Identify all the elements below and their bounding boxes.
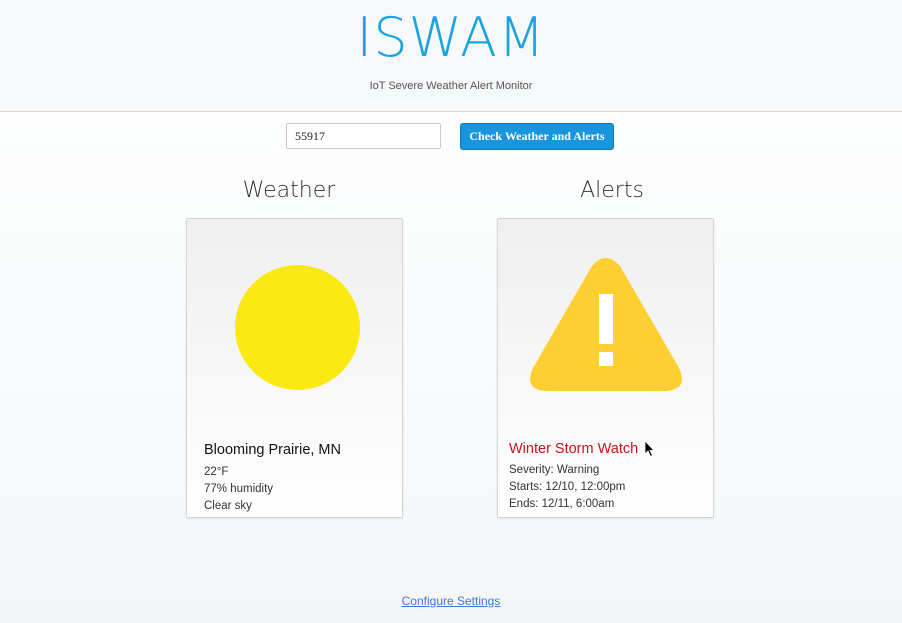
weather-condition: Clear sky (204, 500, 252, 512)
mouse-cursor-icon (644, 440, 655, 458)
app-header: ISWAM IoT Severe Weather Alert Monitor (0, 0, 902, 112)
alerts-section-title: Alerts (580, 178, 644, 203)
sun-icon (235, 265, 360, 390)
warning-icon (530, 258, 682, 391)
app-subtitle: IoT Severe Weather Alert Monitor (369, 80, 533, 92)
zip-code-input[interactable] (286, 123, 441, 149)
weather-card: Blooming Prairie, MN 22°F 77% humidity C… (186, 218, 403, 518)
weather-location: Blooming Prairie, MN (204, 442, 341, 458)
configure-settings-link[interactable]: Configure Settings (0, 594, 902, 608)
alert-ends: Ends: 12/11, 6:00am (509, 498, 615, 510)
alert-card: Winter Storm Watch Severity: Warning Sta… (497, 218, 714, 518)
weather-section-title: Weather (242, 178, 336, 203)
weather-humidity: 77% humidity (204, 483, 274, 495)
alert-severity: Severity: Warning (509, 464, 600, 476)
app-title: ISWAM (356, 6, 546, 69)
weather-temperature: 22°F (204, 466, 229, 478)
check-weather-button[interactable]: Check Weather and Alerts (460, 123, 614, 150)
alert-starts: Starts: 12/10, 12:00pm (509, 481, 626, 493)
alert-title[interactable]: Winter Storm Watch (509, 441, 638, 457)
